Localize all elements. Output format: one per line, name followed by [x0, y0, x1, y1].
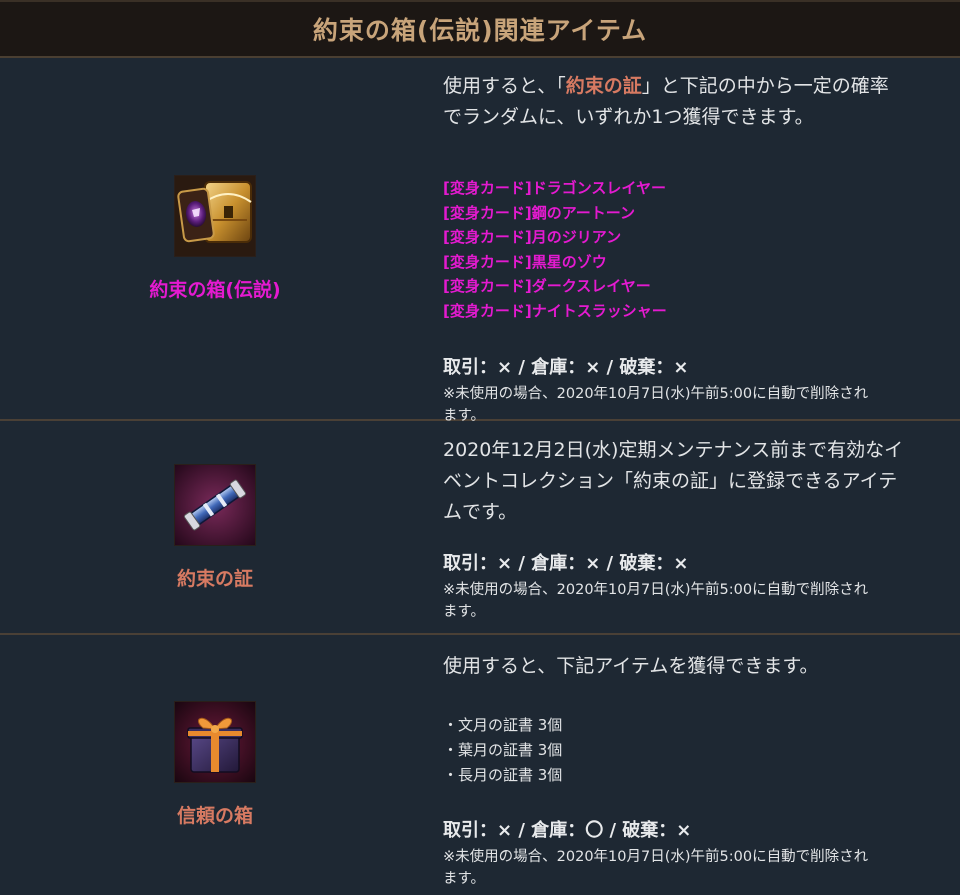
- section-header: 約束の箱(伝説)関連アイテム: [0, 0, 960, 58]
- item-identity: 信頼の箱: [0, 635, 430, 893]
- note-line: ます。: [443, 871, 486, 887]
- highlight-text: 約束の証: [565, 75, 642, 97]
- deletion-note: ※未使用の場合、2020年10月7日(水)午前5:00に自動で削除され ます。: [443, 579, 942, 623]
- item-details: 使用すると、下記アイテムを獲得できます。 ・文月の証書 3個 ・葉月の証書 3個…: [443, 635, 942, 890]
- permissions: 取引：× / 倉庫：× / 破棄：×: [443, 553, 689, 574]
- gift-box-icon: [174, 700, 256, 783]
- description-text: 使用すると、「: [443, 75, 566, 97]
- item-row-promise-proof: 約束の証 2020年12月2日(水)定期メンテナンス前まで有効なイ ベントコレク…: [0, 421, 960, 635]
- note-line: ※未使用の場合、2020年10月7日(水)午前5:00に自動で削除され: [443, 386, 869, 402]
- item-name: 約束の箱(伝説): [149, 279, 281, 301]
- note-line: ※未使用の場合、2020年10月7日(水)午前5:00に自動で削除され: [443, 582, 869, 598]
- item-description: 2020年12月2日(水)定期メンテナンス前まで有効なイ ベントコレクション「約…: [443, 435, 942, 528]
- deletion-note: ※未使用の場合、2020年10月7日(水)午前5:00に自動で削除され ます。: [443, 846, 942, 890]
- note-line: ます。: [443, 604, 486, 620]
- item-identity: 約束の箱(伝説): [0, 58, 430, 419]
- description-text: でランダムに、いずれか1つ獲得できます。: [443, 106, 814, 128]
- certificate-list: ・文月の証書 3個 ・葉月の証書 3個 ・長月の証書 3個: [443, 713, 942, 788]
- section-title: 約束の箱(伝説)関連アイテム: [312, 16, 648, 45]
- item-page: 約束の箱(伝説)関連アイテム 約束の箱(伝説) 使用すると、「約束の証」と下記の…: [0, 0, 960, 895]
- description-text: ムです。: [443, 501, 518, 523]
- treasure-chest-card-icon: [174, 175, 256, 257]
- list-item: [変身カード]ドラゴンスレイヤー: [443, 179, 666, 197]
- list-item: [変身カード]鋼のアートーン: [443, 203, 636, 222]
- item-row-promise-box: 約束の箱(伝説) 使用すると、「約束の証」と下記の中から一定の確率 でランダムに…: [0, 58, 960, 424]
- list-item: ・葉月の証書 3個: [443, 741, 563, 759]
- list-item: [変身カード]黒星のゾウ: [443, 252, 607, 271]
- item-details: 使用すると、「約束の証」と下記の中から一定の確率 でランダムに、いずれか1つ獲得…: [443, 58, 942, 427]
- list-item: ・長月の証書 3個: [443, 766, 563, 784]
- note-line: ※未使用の場合、2020年10月7日(水)午前5:00に自動で削除され: [443, 849, 869, 865]
- item-name: 約束の証: [176, 567, 253, 590]
- item-description: 使用すると、下記アイテムを獲得できます。: [443, 655, 819, 677]
- list-item: ・文月の証書 3個: [443, 716, 563, 734]
- permissions: 取引：× / 倉庫：〇 / 破棄：×: [443, 820, 692, 841]
- list-item: [変身カード]月のジリアン: [443, 228, 622, 246]
- item-description: 使用すると、「約束の証」と下記の中から一定の確率 でランダムに、いずれか1つ獲得…: [443, 71, 942, 133]
- item-row-trust-box: 信頼の箱 使用すると、下記アイテムを獲得できます。 ・文月の証書 3個 ・葉月の…: [0, 635, 960, 893]
- description-text: 」と下記の中から一定の確率: [641, 75, 889, 97]
- scroll-icon: [174, 463, 256, 546]
- list-item: [変身カード]ナイトスラッシャー: [443, 301, 667, 320]
- description-text: ベントコレクション「約束の証」に登録できるアイテ: [443, 470, 898, 492]
- item-identity: 約束の証: [0, 421, 430, 633]
- description-text: 2020年12月2日(水)定期メンテナンス前まで有効なイ: [443, 439, 904, 461]
- item-name: 信頼の箱: [176, 804, 253, 827]
- item-details: 2020年12月2日(水)定期メンテナンス前まで有効なイ ベントコレクション「約…: [443, 421, 942, 623]
- permissions: 取引：× / 倉庫：× / 破棄：×: [443, 357, 689, 378]
- transform-card-list: [変身カード]ドラゴンスレイヤー [変身カード]鋼のアートーン [変身カード]月…: [443, 176, 942, 323]
- list-item: [変身カード]ダークスレイヤー: [443, 277, 651, 295]
